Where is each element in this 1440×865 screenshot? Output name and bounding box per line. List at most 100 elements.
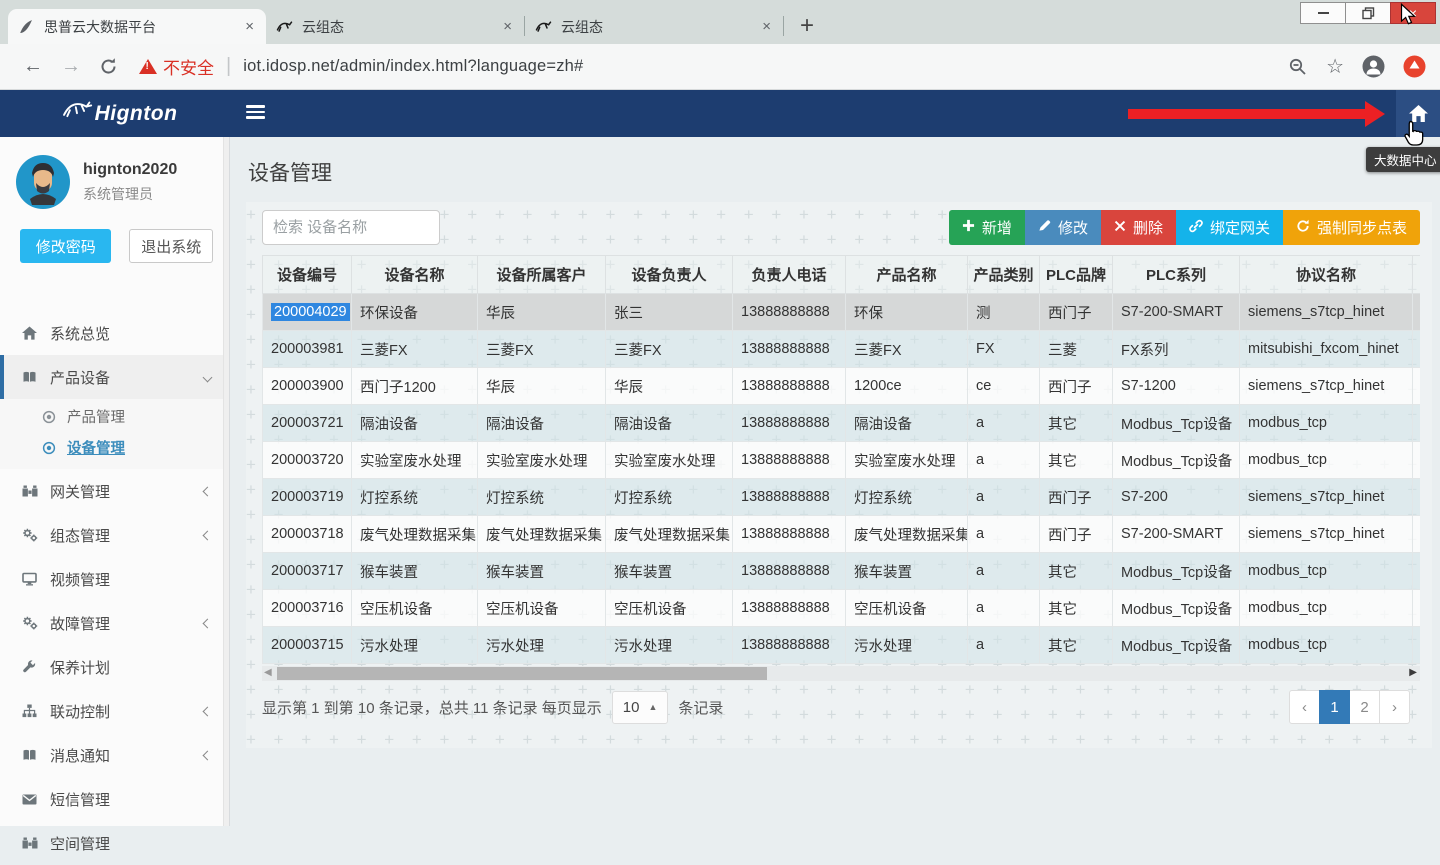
table-cell[interactable]: 网口 — [1413, 516, 1421, 553]
sidebar-item-消息通知[interactable]: 消息通知 — [0, 733, 229, 777]
minimize-button[interactable] — [1300, 2, 1346, 24]
horizontal-scrollbar[interactable]: ◀ ▶ — [262, 666, 1420, 681]
action-button-修改[interactable]: 修改 — [1025, 210, 1101, 245]
table-cell[interactable]: ce — [968, 368, 1040, 405]
table-cell[interactable]: 空压机设备 — [478, 590, 606, 627]
table-row[interactable]: 200003719灯控系统灯控系统灯控系统13888888888灯控系统a西门子… — [263, 479, 1421, 516]
page-button-1[interactable]: 1 — [1319, 690, 1350, 724]
table-cell[interactable]: 其它 — [1040, 590, 1113, 627]
submenu-item-设备管理[interactable]: 设备管理 — [0, 432, 229, 463]
action-button-绑定网关[interactable]: 绑定网关 — [1176, 210, 1283, 245]
table-cell[interactable]: 13888888888 — [733, 516, 846, 553]
table-cell[interactable]: 其它 — [1040, 405, 1113, 442]
security-indicator[interactable]: 不安全 — [139, 54, 214, 79]
scrollbar-thumb[interactable] — [277, 667, 767, 680]
table-cell[interactable]: 隔油设备 — [606, 405, 733, 442]
table-cell[interactable]: 200003717 — [263, 553, 352, 590]
column-header[interactable]: 设备名称 — [352, 256, 478, 294]
table-cell[interactable]: 污水处理 — [352, 627, 478, 664]
table-cell[interactable]: 实验室废水处理 — [478, 442, 606, 479]
new-tab-button[interactable]: + — [800, 14, 814, 38]
scroll-right-icon[interactable]: ▶ — [1409, 667, 1417, 678]
table-cell[interactable]: 13888888888 — [733, 627, 846, 664]
sidebar-item-短信管理[interactable]: 短信管理 — [0, 777, 229, 821]
table-row[interactable]: 200003720实验室废水处理实验室废水处理实验室废水处理1388888888… — [263, 442, 1421, 479]
table-cell[interactable]: siemens_s7tcp_hinet — [1240, 479, 1413, 516]
table-cell[interactable]: 三菱FX — [606, 331, 733, 368]
search-input[interactable] — [262, 210, 440, 245]
tab-close-icon[interactable]: × — [501, 18, 514, 35]
table-cell[interactable]: 西门子 — [1040, 516, 1113, 553]
forward-button[interactable]: → — [61, 55, 81, 78]
table-cell[interactable]: S7-200-SMART — [1113, 294, 1240, 331]
browser-menu-icon[interactable] — [1403, 55, 1426, 78]
table-cell[interactable]: 串口 — [1413, 331, 1421, 368]
sidebar-item-空间管理[interactable]: 空间管理 — [0, 821, 229, 865]
sidebar-item-系统总览[interactable]: 系统总览 — [0, 311, 229, 355]
table-cell[interactable]: 网口 — [1413, 405, 1421, 442]
table-cell[interactable]: 灯控系统 — [352, 479, 478, 516]
table-cell[interactable]: 200003900 — [263, 368, 352, 405]
table-cell[interactable]: 张三 — [606, 294, 733, 331]
table-cell[interactable]: 200004029 — [263, 294, 352, 331]
table-cell[interactable]: 废气处理数据采集 — [606, 516, 733, 553]
table-cell[interactable]: S7-200 — [1113, 479, 1240, 516]
table-cell[interactable]: 200003720 — [263, 442, 352, 479]
sidebar-item-产品设备[interactable]: 产品设备 — [0, 355, 229, 399]
tab-close-icon[interactable]: × — [243, 18, 256, 35]
table-cell[interactable]: 200003718 — [263, 516, 352, 553]
table-cell[interactable]: 13888888888 — [733, 405, 846, 442]
zoom-out-icon[interactable] — [1288, 57, 1308, 77]
table-row[interactable]: 200003900西门子1200华辰华辰138888888881200cece西… — [263, 368, 1421, 405]
change-password-button[interactable]: 修改密码 — [20, 229, 111, 263]
table-cell[interactable]: modbus_tcp — [1240, 590, 1413, 627]
table-cell[interactable]: 网口 — [1413, 294, 1421, 331]
table-cell[interactable]: 200003715 — [263, 627, 352, 664]
table-cell[interactable]: a — [968, 627, 1040, 664]
bigdata-home-button[interactable] — [1396, 90, 1440, 137]
table-cell[interactable]: 实验室废水处理 — [846, 442, 968, 479]
table-cell[interactable]: 西门子1200 — [352, 368, 478, 405]
table-cell[interactable]: 13888888888 — [733, 442, 846, 479]
table-cell[interactable]: S7-200-SMART — [1113, 516, 1240, 553]
column-header[interactable]: 设备所属客户 — [478, 256, 606, 294]
table-cell[interactable]: a — [968, 479, 1040, 516]
table-row[interactable]: 200003717猴车装置猴车装置猴车装置13888888888猴车装置a其它M… — [263, 553, 1421, 590]
column-header[interactable]: 负责人电话 — [733, 256, 846, 294]
tab-close-icon[interactable]: × — [760, 18, 773, 35]
sidebar-scrollbar[interactable] — [223, 137, 229, 826]
table-cell[interactable]: a — [968, 405, 1040, 442]
brand-logo[interactable]: Hignton — [0, 90, 230, 137]
close-button[interactable]: × — [1390, 2, 1436, 24]
sidebar-item-组态管理[interactable]: 组态管理 — [0, 513, 229, 557]
browser-tab[interactable]: 云组态× — [266, 9, 524, 44]
table-cell[interactable]: Modbus_Tcp设备 — [1113, 590, 1240, 627]
table-cell[interactable]: 猴车装置 — [846, 553, 968, 590]
table-row[interactable]: 200003721隔油设备隔油设备隔油设备13888888888隔油设备a其它M… — [263, 405, 1421, 442]
table-cell[interactable]: 实验室废水处理 — [606, 442, 733, 479]
table-cell[interactable]: 污水处理 — [606, 627, 733, 664]
table-cell[interactable]: 13888888888 — [733, 294, 846, 331]
table-cell[interactable]: 13888888888 — [733, 590, 846, 627]
sidebar-item-保养计划[interactable]: 保养计划 — [0, 645, 229, 689]
table-cell[interactable]: Modbus_Tcp设备 — [1113, 553, 1240, 590]
table-cell[interactable]: 三菱FX — [846, 331, 968, 368]
table-cell[interactable]: Modbus_Tcp设备 — [1113, 442, 1240, 479]
sidebar-item-网关管理[interactable]: 网关管理 — [0, 469, 229, 513]
table-cell[interactable]: 13888888888 — [733, 331, 846, 368]
table-cell[interactable]: 华辰 — [606, 368, 733, 405]
table-cell[interactable]: 三菱FX — [478, 331, 606, 368]
table-row[interactable]: 200004029环保设备华辰张三13888888888环保测西门子S7-200… — [263, 294, 1421, 331]
table-cell[interactable]: S7-1200 — [1113, 368, 1240, 405]
table-cell[interactable]: 西门子 — [1040, 368, 1113, 405]
table-cell[interactable]: 网口 — [1413, 368, 1421, 405]
table-cell[interactable]: 三菱 — [1040, 331, 1113, 368]
profile-icon[interactable] — [1362, 55, 1385, 78]
table-cell[interactable]: 网口 — [1413, 442, 1421, 479]
table-cell[interactable]: 13888888888 — [733, 553, 846, 590]
table-cell[interactable]: 网口 — [1413, 553, 1421, 590]
table-cell[interactable]: FX系列 — [1113, 331, 1240, 368]
table-cell[interactable]: Modbus_Tcp设备 — [1113, 627, 1240, 664]
table-cell[interactable]: 西门子 — [1040, 294, 1113, 331]
table-cell[interactable]: 华辰 — [478, 368, 606, 405]
